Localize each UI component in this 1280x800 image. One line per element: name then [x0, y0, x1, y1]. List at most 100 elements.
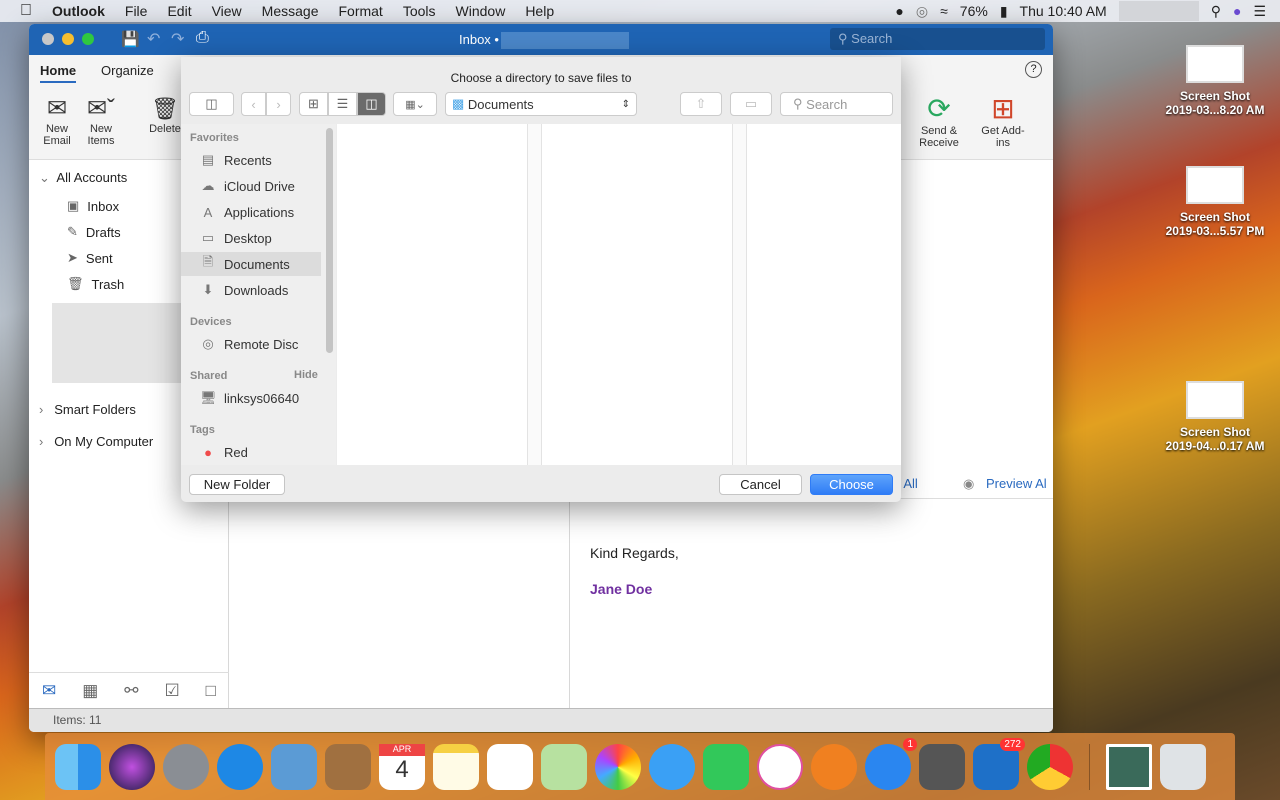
finder-icon[interactable]: [55, 743, 101, 790]
undo-icon[interactable]: ↶: [147, 29, 160, 49]
column-view-button[interactable]: ◫: [357, 92, 386, 116]
maps-icon[interactable]: [541, 743, 587, 790]
all-accounts[interactable]: ⌄ All Accounts: [39, 170, 127, 186]
facetime-icon[interactable]: [703, 743, 749, 790]
siri-icon[interactable]: [109, 743, 155, 790]
people-icon[interactable]: ⚯: [124, 681, 138, 701]
trash-icon[interactable]: [1160, 743, 1206, 790]
new-items-button[interactable]: ✉ˇ New Items: [81, 95, 121, 147]
launchpad-icon[interactable]: [163, 743, 209, 790]
minimize-button[interactable]: [62, 33, 74, 45]
folder-drafts[interactable]: ✎ Drafts: [67, 224, 121, 240]
column-resize-handle[interactable]: [733, 124, 747, 465]
menu-message[interactable]: Message: [252, 3, 329, 19]
new-folder-button[interactable]: New Folder: [189, 474, 285, 495]
menu-view[interactable]: View: [202, 3, 252, 19]
location-popup[interactable]: ▩ Documents ⇕: [445, 92, 637, 116]
icon-view-button[interactable]: ⊞: [299, 92, 328, 116]
zoom-button[interactable]: [82, 33, 94, 45]
sidebar-item-downloads[interactable]: ⬇ Downloads: [181, 278, 321, 302]
notes-icon[interactable]: □: [206, 681, 216, 701]
balloon-icon[interactable]: ●: [895, 3, 903, 19]
downloads-stack-icon[interactable]: [1106, 743, 1152, 790]
tag-button[interactable]: ▭: [730, 92, 772, 116]
mail-app-icon[interactable]: [271, 743, 317, 790]
reminders-icon[interactable]: [487, 743, 533, 790]
close-button[interactable]: [42, 33, 54, 45]
desktop-file[interactable]: Screen Shot 2019-03...5.57 PM: [1155, 166, 1275, 238]
calendar-app-icon[interactable]: APR 4: [379, 743, 425, 790]
tab-home[interactable]: Home: [40, 63, 77, 83]
siri-icon[interactable]: ●: [1233, 3, 1241, 19]
back-button[interactable]: ‹: [241, 92, 266, 116]
desktop-file[interactable]: Screen Shot 2019-04...0.17 AM: [1155, 381, 1275, 453]
preview-all-link[interactable]: Preview Al: [986, 476, 1047, 491]
sidebar-item-icloud[interactable]: ☁ iCloud Drive: [181, 174, 321, 198]
system-preferences-icon[interactable]: [919, 743, 965, 790]
tab-organize[interactable]: Organize: [101, 63, 154, 78]
contacts-icon[interactable]: [325, 743, 371, 790]
sidebar-item-desktop[interactable]: ▭ Desktop: [181, 226, 321, 250]
notification-center-icon[interactable]: ☰: [1253, 3, 1266, 20]
redo-icon[interactable]: ↷: [171, 29, 184, 49]
menu-help[interactable]: Help: [515, 3, 564, 19]
new-email-button[interactable]: ✉ New Email: [39, 95, 75, 147]
print-icon[interactable]: ⎙: [196, 29, 209, 47]
tasks-icon[interactable]: ☑: [164, 681, 179, 701]
sidebar-item-applications[interactable]: A Applications: [181, 200, 321, 224]
photos-icon[interactable]: [595, 743, 641, 790]
sidebar-item-linksys[interactable]: 🖥 linksys06640: [181, 386, 321, 410]
smart-folders[interactable]: › Smart Folders: [39, 402, 136, 417]
column-resize-handle[interactable]: [528, 124, 542, 465]
sidebar-toggle-button[interactable]: ◫: [189, 92, 234, 116]
spotlight-icon[interactable]: ⚲: [1211, 3, 1221, 20]
dialog-search-input[interactable]: ⚲ Search: [780, 92, 893, 116]
safari-icon[interactable]: [217, 743, 263, 790]
mail-icon[interactable]: ✉: [42, 681, 56, 701]
folder-trash[interactable]: 🗑 Trash: [67, 276, 124, 292]
on-my-computer[interactable]: › On My Computer: [39, 434, 153, 449]
folder-sent[interactable]: ➤ Sent: [67, 250, 113, 266]
sidebar-item-tag-red[interactable]: ● Red: [181, 440, 321, 464]
sidebar-item-remote-disc[interactable]: ◎ Remote Disc: [181, 332, 321, 356]
chrome-icon[interactable]: [1027, 743, 1073, 790]
save-icon[interactable]: 💾: [121, 30, 140, 48]
battery-icon[interactable]: ▮: [1000, 3, 1008, 20]
menu-format[interactable]: Format: [328, 3, 392, 19]
forward-button[interactable]: ›: [266, 92, 291, 116]
sidebar-scrollbar[interactable]: [326, 128, 333, 353]
group-button[interactable]: ▦⌄: [393, 92, 437, 116]
folder-inbox[interactable]: ▣ Inbox: [67, 198, 119, 214]
menu-edit[interactable]: Edit: [157, 3, 201, 19]
clock[interactable]: Thu 10:40 AM: [1020, 3, 1107, 19]
notes-app-icon[interactable]: [433, 743, 479, 790]
menu-file[interactable]: File: [115, 3, 158, 19]
sidebar-item-recents[interactable]: ▤ Recents: [181, 148, 321, 172]
creative-cloud-icon[interactable]: ◎: [916, 3, 928, 20]
messages-icon[interactable]: [649, 743, 695, 790]
menu-tools[interactable]: Tools: [393, 3, 446, 19]
cloud-icon: ☁: [201, 178, 215, 193]
wifi-icon[interactable]: ≈: [940, 3, 948, 19]
menu-app[interactable]: Outlook: [42, 3, 115, 19]
menu-window[interactable]: Window: [446, 3, 516, 19]
search-input[interactable]: ⚲ Search: [830, 28, 1045, 50]
get-addins-button[interactable]: ⊞ Get Add-ins: [979, 93, 1027, 149]
send-receive-button[interactable]: ⟳ Send & Receive: [915, 93, 963, 149]
choose-button[interactable]: Choose: [810, 474, 893, 495]
sidebar-item-documents[interactable]: 🗎 Documents: [181, 252, 321, 276]
itunes-icon[interactable]: [757, 743, 803, 790]
outlook-icon[interactable]: 272: [973, 737, 1025, 790]
calendar-icon[interactable]: ▦: [82, 681, 98, 701]
delete-button[interactable]: 🗑 Delete: [145, 95, 185, 135]
desktop-file[interactable]: Screen Shot 2019-03...8.20 AM: [1155, 45, 1275, 117]
books-icon[interactable]: [811, 743, 857, 790]
apple-icon[interactable]: : [0, 2, 42, 20]
app-store-icon[interactable]: 1: [865, 737, 917, 790]
share-button[interactable]: ⇧: [680, 92, 722, 116]
battery-percent[interactable]: 76%: [960, 3, 988, 19]
hide-shared-button[interactable]: Hide: [294, 369, 318, 381]
cancel-button[interactable]: Cancel: [719, 474, 802, 495]
list-view-button[interactable]: ☰: [328, 92, 357, 116]
help-icon[interactable]: ?: [1025, 61, 1042, 78]
